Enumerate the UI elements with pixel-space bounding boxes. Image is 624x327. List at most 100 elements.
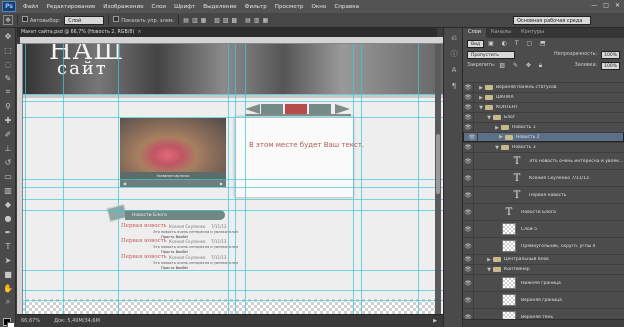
blend-mode-dropdown[interactable]: Пропустить — [467, 50, 515, 59]
dodge-tool-icon[interactable]: ● — [2, 212, 14, 224]
layer-row[interactable]: 👁︎ T Ксения Скуленко 7/11/13 — [463, 169, 624, 186]
visibility-eye-icon[interactable]: 👁︎ — [467, 133, 478, 141]
menu-image[interactable]: Изображение — [99, 4, 147, 10]
fill-input[interactable]: 100% — [601, 61, 620, 70]
visibility-eye-icon[interactable]: 👁︎ — [463, 83, 474, 92]
layer-row[interactable]: 👁︎ T Первая новость — [463, 186, 624, 203]
visibility-eye-icon[interactable]: 👁︎ — [463, 238, 474, 254]
background-color-swatch[interactable] — [7, 322, 15, 327]
tab-paths[interactable]: Контуры — [516, 28, 549, 38]
autoselect-checkbox[interactable]: Автовыбор: — [22, 16, 60, 24]
document-tab[interactable]: Макет сайта.psd @ 66,7% (Новость 2, RGB/… — [17, 28, 437, 37]
status-menu-icon[interactable]: ▶ — [433, 318, 437, 324]
menu-layers[interactable]: Слои — [148, 4, 171, 10]
visibility-eye-icon[interactable]: 👁︎ — [463, 255, 474, 264]
properties-panel-icon[interactable]: ⓘ — [448, 48, 460, 60]
layer-kind-filter[interactable]: Вид — [467, 39, 485, 48]
zoom-tool-icon[interactable]: ⌕ — [2, 296, 14, 308]
menu-type[interactable]: Шрифт — [170, 4, 199, 10]
visibility-eye-icon[interactable]: 👁︎ — [463, 221, 474, 237]
autoselect-dropdown[interactable]: Слой — [64, 15, 105, 25]
layer-row[interactable]: 👁︎ ▶ Центральный блок — [463, 254, 624, 264]
lock-icons[interactable]: ▨ ✎ ✥ 🔒︎ — [499, 62, 545, 70]
layer-row[interactable]: 👁︎ Слой 5 — [463, 220, 624, 237]
close-document-icon[interactable]: × — [137, 30, 141, 35]
menu-window[interactable]: Окно — [307, 4, 330, 10]
tab-layers[interactable]: Слои — [463, 28, 486, 38]
path-select-tool-icon[interactable]: ➤ — [2, 254, 14, 266]
layer-row[interactable]: 👁︎ T Новости Блога — [463, 203, 624, 220]
gradient-tool-icon[interactable]: ▥ — [2, 184, 14, 196]
quick-select-tool-icon[interactable]: ✎ — [2, 72, 14, 84]
menu-help[interactable]: Справка — [330, 4, 363, 10]
healing-tool-icon[interactable]: ✚ — [2, 114, 14, 126]
scrollbar-thumb[interactable] — [436, 134, 440, 194]
crop-tool-icon[interactable]: ⌗ — [2, 86, 14, 98]
layer-row[interactable]: 👁︎ Нижняя граница — [463, 274, 624, 291]
lasso-tool-icon[interactable]: ◌ — [2, 58, 14, 70]
move-tool-icon[interactable]: ✥ — [2, 30, 14, 42]
history-panel-icon[interactable]: ⎌ — [448, 32, 460, 44]
visibility-eye-icon[interactable]: 👁︎ — [463, 204, 474, 220]
character-panel-icon[interactable]: A — [448, 64, 460, 76]
paragraph-panel-icon[interactable]: ¶ — [448, 80, 460, 92]
canvas-scrollbar[interactable] — [435, 44, 441, 314]
marquee-tool-icon[interactable]: ⬚ — [2, 44, 14, 56]
expand-toggle-icon[interactable]: ▶ — [498, 133, 504, 142]
expand-toggle-icon[interactable]: ▼ — [486, 267, 492, 273]
pen-tool-icon[interactable]: ✒ — [2, 226, 14, 238]
layer-row[interactable]: 👁︎ Прямоугольник, скругл. углы 4 — [463, 237, 624, 254]
close-window-button[interactable]: ✕ — [615, 2, 620, 9]
layer-row[interactable]: 👁︎ T Это новость очень интересна и увлек..… — [463, 152, 624, 169]
menu-select[interactable]: Выделение — [199, 4, 240, 10]
visibility-eye-icon[interactable]: 👁︎ — [463, 143, 474, 152]
visibility-eye-icon[interactable]: 👁︎ — [463, 93, 474, 102]
shape-tool-icon[interactable]: ■ — [2, 268, 14, 280]
maximize-button[interactable]: □ — [603, 2, 609, 9]
menu-edit[interactable]: Редактирование — [42, 4, 99, 10]
expand-toggle-icon[interactable]: ▶ — [494, 125, 500, 131]
layer-row[interactable]: 👁︎ ▶ Новость 2 — [463, 132, 624, 142]
menu-view[interactable]: Просмотр — [271, 4, 308, 10]
menu-filter[interactable]: Фильтр — [241, 4, 271, 10]
visibility-eye-icon[interactable]: 👁︎ — [463, 113, 474, 122]
visibility-eye-icon[interactable]: 👁︎ — [463, 275, 474, 291]
brush-tool-icon[interactable]: ✐ — [2, 128, 14, 140]
align-icons[interactable]: ▤▥▦ ▧▨▩ ▤▥▦ — [183, 17, 271, 24]
visibility-eye-icon[interactable]: 👁︎ — [463, 170, 474, 186]
expand-toggle-icon[interactable]: ▼ — [478, 105, 484, 111]
layer-row[interactable]: 👁︎ ▼ Контейнер — [463, 264, 624, 274]
layer-row[interactable]: 👁︎ ▼ КОНТЕНТ — [463, 102, 624, 112]
zoom-level[interactable]: 66,67% — [21, 318, 40, 324]
layer-row[interactable]: 👁︎ ▼ Новость 3 — [463, 142, 624, 152]
tab-channels[interactable]: Каналы — [486, 28, 516, 38]
document-canvas[interactable]: НАШ сайт В этом месте будет Ваш текст. Н… — [23, 44, 443, 314]
move-tool-icon[interactable]: ✥ — [3, 15, 13, 25]
expand-toggle-icon[interactable]: ▼ — [486, 115, 492, 121]
expand-toggle-icon[interactable]: ▶ — [486, 257, 492, 263]
history-brush-tool-icon[interactable]: ↺ — [2, 156, 14, 168]
hand-tool-icon[interactable]: ✋ — [2, 282, 14, 294]
expand-toggle-icon[interactable]: ▶ — [478, 95, 484, 101]
opacity-input[interactable]: 100% — [601, 50, 620, 59]
blur-tool-icon[interactable]: ◆ — [2, 198, 14, 210]
layer-row[interactable]: 👁︎ ▶ Новость 1 — [463, 122, 624, 132]
visibility-eye-icon[interactable]: 👁︎ — [463, 265, 474, 274]
filter-icons[interactable]: ▣ ◐ T ▢ ⬒ — [488, 40, 549, 47]
layer-row[interactable]: 👁︎ ▶ ШАПКА — [463, 92, 624, 102]
menu-file[interactable]: Файл — [19, 4, 42, 10]
layer-row[interactable]: 👁︎ Верхняя граница — [463, 291, 624, 308]
eyedropper-tool-icon[interactable]: ⚲ — [2, 100, 14, 112]
minimize-button[interactable]: — — [591, 2, 597, 9]
visibility-eye-icon[interactable]: 👁︎ — [463, 103, 474, 112]
expand-toggle-icon[interactable]: ▶ — [478, 85, 484, 91]
show-controls-checkbox[interactable]: Показать упр. элем. — [113, 16, 174, 24]
layer-row[interactable]: 👁︎ ▶ Верхняя панель статусов — [463, 82, 624, 92]
type-tool-icon[interactable]: T — [2, 240, 14, 252]
eraser-tool-icon[interactable]: ▭ — [2, 170, 14, 182]
expand-toggle-icon[interactable]: ▼ — [494, 145, 500, 151]
visibility-eye-icon[interactable]: 👁︎ — [463, 153, 474, 169]
workspace-dropdown[interactable]: Основная рабочая среда — [513, 16, 591, 25]
layer-row[interactable]: 👁︎ ▼ Блог — [463, 112, 624, 122]
visibility-eye-icon[interactable]: 👁︎ — [463, 292, 474, 308]
